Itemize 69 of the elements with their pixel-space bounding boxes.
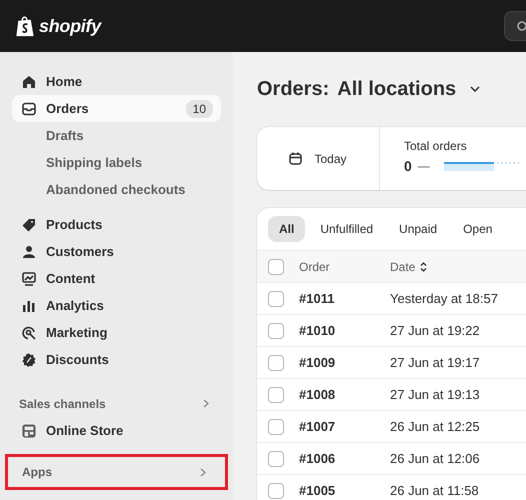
- search-icon: [515, 20, 526, 32]
- location-selector[interactable]: All locations: [337, 78, 456, 100]
- order-date: 27 Jun at 19:17: [390, 355, 480, 370]
- metric-change: —: [418, 159, 430, 173]
- column-header[interactable]: Order: [299, 260, 390, 274]
- sort-icon[interactable]: [420, 262, 428, 272]
- order-date: 26 Jun at 12:25: [390, 419, 480, 434]
- row-checkbox[interactable]: [268, 386, 284, 402]
- order-date: 27 Jun at 19:22: [390, 323, 480, 338]
- order-number[interactable]: #1008: [299, 387, 390, 402]
- sidebar-item[interactable]: Online Store: [12, 417, 221, 444]
- row-checkbox[interactable]: [268, 450, 284, 466]
- analytics-icon: [22, 298, 36, 312]
- chevron-down-icon[interactable]: [470, 86, 480, 92]
- discount-icon: [22, 352, 36, 366]
- order-date: 27 Jun at 19:13: [390, 387, 480, 402]
- section-heading[interactable]: Sales channels: [12, 390, 221, 417]
- row-checkbox[interactable]: [268, 418, 284, 434]
- sidebar-item[interactable]: Customers: [12, 238, 221, 265]
- apps-section[interactable]: Apps: [5, 454, 228, 490]
- chevron-right-icon: [200, 468, 206, 476]
- order-date: Yesterday at 18:57: [390, 291, 498, 306]
- select-all-checkbox[interactable]: [268, 258, 284, 274]
- row-checkbox[interactable]: [268, 482, 284, 498]
- sidebar-subitem[interactable]: Abandoned checkouts: [12, 176, 221, 203]
- row-checkbox[interactable]: [268, 322, 284, 338]
- sidebar-item[interactable]: Marketing: [12, 319, 221, 346]
- sidebar-subitem[interactable]: Shipping labels: [12, 149, 221, 176]
- tag-icon: [22, 218, 36, 232]
- logo-text: shopify: [39, 16, 101, 36]
- order-number[interactable]: #1009: [299, 355, 390, 370]
- column-header[interactable]: Date: [390, 260, 416, 274]
- section-heading-text: Sales channels: [19, 396, 106, 410]
- order-date: 26 Jun at 12:06: [390, 451, 480, 466]
- filter-tab[interactable]: All: [268, 216, 306, 242]
- row-checkbox[interactable]: [268, 290, 284, 306]
- sidebar-item[interactable]: Products: [12, 211, 221, 238]
- storefront-icon: [22, 422, 36, 438]
- page-title: Orders:: [257, 78, 330, 100]
- metric-label: Total orders: [404, 139, 468, 153]
- sidebar-item[interactable]: Orders 10: [12, 95, 221, 122]
- sidebar-item[interactable]: Analytics: [12, 292, 221, 319]
- count-badge: 10: [186, 100, 213, 118]
- filter-tab[interactable]: Unpaid: [388, 216, 448, 242]
- order-number[interactable]: #1007: [299, 419, 390, 434]
- search-field[interactable]: [504, 11, 526, 41]
- order-number[interactable]: #1010: [299, 323, 390, 338]
- sidebar-item[interactable]: Content: [12, 265, 221, 292]
- person-icon: [22, 244, 36, 258]
- chevron-right-icon: [203, 399, 209, 408]
- sidebar-item[interactable]: Discounts: [12, 346, 221, 373]
- orders-icon: [22, 102, 36, 116]
- metric-value: 0: [404, 158, 412, 174]
- order-number[interactable]: #1005: [299, 483, 390, 498]
- home-icon: [22, 74, 36, 88]
- order-number[interactable]: #1006: [299, 451, 390, 466]
- order-number[interactable]: #1011: [299, 291, 390, 306]
- marketing-icon: [22, 326, 36, 340]
- apps-label: Apps: [22, 465, 52, 479]
- calendar-icon: [289, 152, 302, 165]
- order-date: 26 Jun at 11:58: [390, 483, 479, 498]
- date-filter-button[interactable]: Today: [257, 127, 380, 190]
- row-checkbox[interactable]: [268, 354, 284, 370]
- shopping-bag-icon: [15, 14, 35, 38]
- content-icon: [22, 272, 36, 286]
- sidebar-subitem[interactable]: Drafts: [12, 122, 221, 149]
- sidebar-item[interactable]: Home: [12, 68, 221, 95]
- filter-tab[interactable]: Open: [452, 216, 504, 242]
- filter-tab[interactable]: Unfulfilled: [309, 216, 384, 242]
